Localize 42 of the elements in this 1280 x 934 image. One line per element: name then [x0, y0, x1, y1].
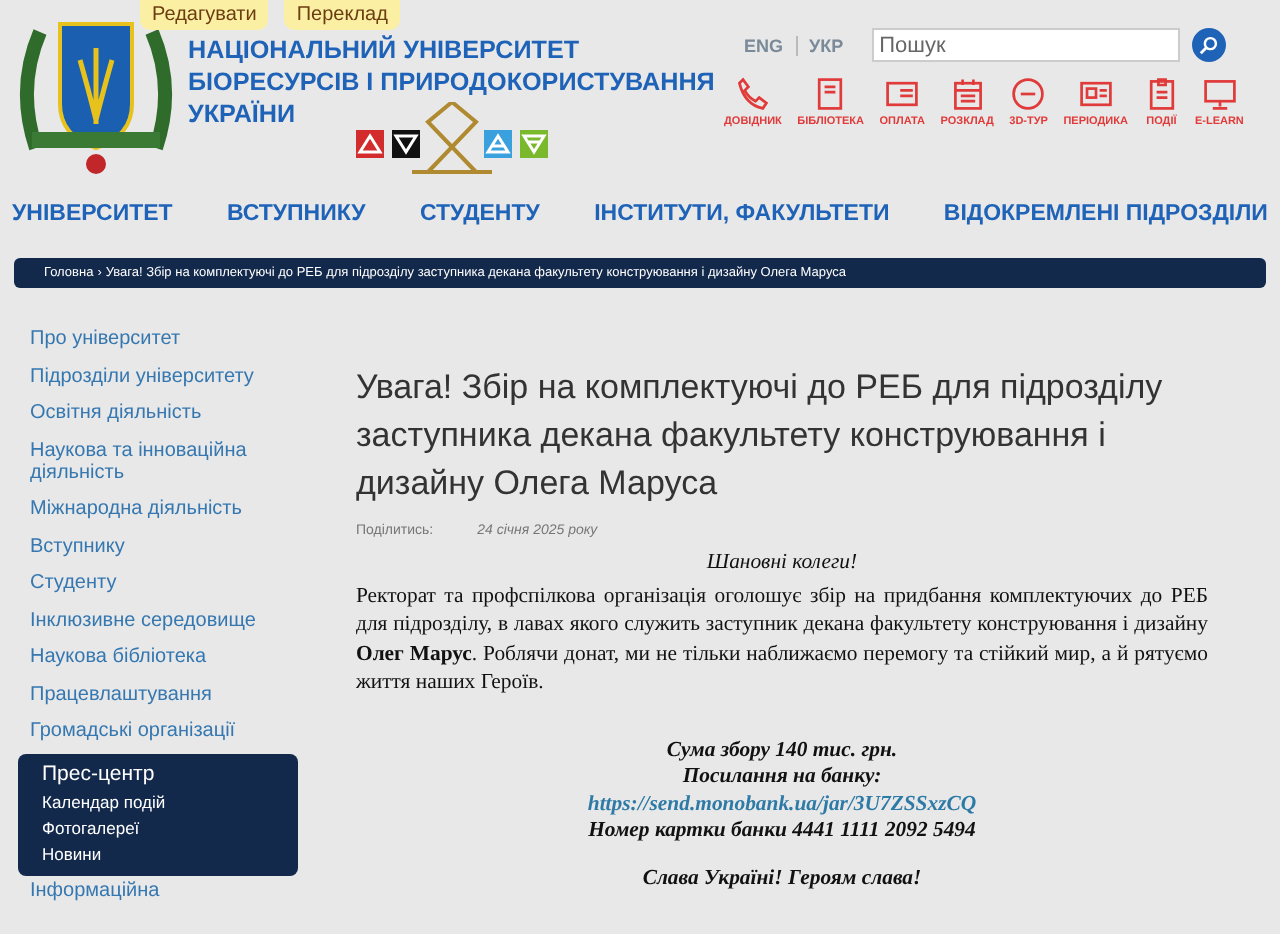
sidebar-link[interactable]: Підрозділи університету: [30, 365, 310, 387]
link-label: Посилання на банку:: [680, 764, 884, 792]
sidebar-link[interactable]: Вступнику: [30, 535, 310, 557]
calendar-icon[interactable]: [949, 76, 986, 112]
language-link[interactable]: ENG: [744, 35, 784, 55]
article-paragraph: Ректорат та профспілкова організація оголошує збір на придбання комплектуючих до РЕБ для підрозділу, в лавах якого служить заступник декана факультету конструювання і дизайну Олег Марус. Роблячи донат, ми не тільки наближаємо перемогу та стійкий мир, а й рятуємо життя наших Героїв.: [356, 582, 1208, 698]
sidebar-link[interactable]: Прес-центр: [42, 761, 286, 785]
search-field[interactable]: Пошук: [871, 28, 1180, 62]
nav-link[interactable]: ВІДОКРЕМЛЕНІ ПІДРОЗДІЛИ: [943, 202, 1268, 242]
sidebar-sublink[interactable]: Календар подій: [42, 789, 286, 815]
sidebar-link[interactable]: Студенту: [30, 572, 310, 594]
language-link[interactable]: УКР: [809, 35, 844, 55]
payment-card-icon[interactable]: [884, 76, 921, 112]
amount-text: Сума збору 140 тис. грн.: [664, 737, 900, 765]
newspaper-icon[interactable]: [1077, 76, 1114, 112]
sidebar-link[interactable]: Громадські організації: [30, 720, 310, 742]
toolbar-button[interactable]: Переклад: [284, 0, 400, 30]
sidebar-link[interactable]: Про університет: [30, 328, 310, 350]
sidebar-link[interactable]: Інклюзивне середовище: [30, 609, 310, 631]
nav-link[interactable]: СТУДЕНТУ: [419, 202, 540, 242]
sidebar-link[interactable]: Освітня діяльність: [30, 402, 310, 424]
site-title[interactable]: НАЦІОНАЛЬНИЙ УНІВЕРСИТЕТ БІОРЕСУРСІВ І ПРИРОДОКОРИСТУВАННЯ УКРАЇНИ: [188, 34, 715, 130]
search-icon: [1197, 34, 1220, 56]
sidebar-sublink[interactable]: Новини: [42, 841, 286, 867]
monitor-icon[interactable]: [1201, 76, 1238, 112]
nav-link[interactable]: УНІВЕРСИТЕТ: [12, 202, 173, 242]
search-button[interactable]: [1191, 28, 1226, 62]
card-number-text: Номер картки банки 4441 1111 2092 5494: [586, 818, 978, 846]
greeting-text: Шановні колеги!: [704, 550, 860, 574]
sidebar-link[interactable]: Працевлаштування: [30, 683, 310, 705]
article-title: Увага! Збір на комплектуючі до РЕБ для підрозділу заступника декана факультету конструювання і дизайну Олега Маруса: [356, 366, 1165, 506]
sidebar-sublink[interactable]: Фотогалереї: [42, 815, 286, 841]
phone-icon[interactable]: [734, 76, 771, 112]
sidebar-link[interactable]: Міжнародна діяльність: [30, 498, 310, 520]
sidebar-link[interactable]: Інформаційна: [30, 879, 310, 901]
sidebar-link[interactable]: Наукова бібліотека: [30, 646, 310, 668]
toolbar-button[interactable]: Редагувати: [140, 0, 269, 30]
nav-link[interactable]: ІНСТИТУТИ, ФАКУЛЬТЕТИ: [594, 202, 890, 242]
closing-text: Слава Україні! Героям слава!: [640, 865, 924, 893]
sidebar-link[interactable]: Наукова та інноваційна діяльність: [30, 439, 310, 483]
nav-link[interactable]: ВСТУПНИКУ: [226, 202, 366, 242]
donation-link[interactable]: https://send.monobank.ua/jar/3U7ZSSxzCQ: [587, 791, 977, 816]
